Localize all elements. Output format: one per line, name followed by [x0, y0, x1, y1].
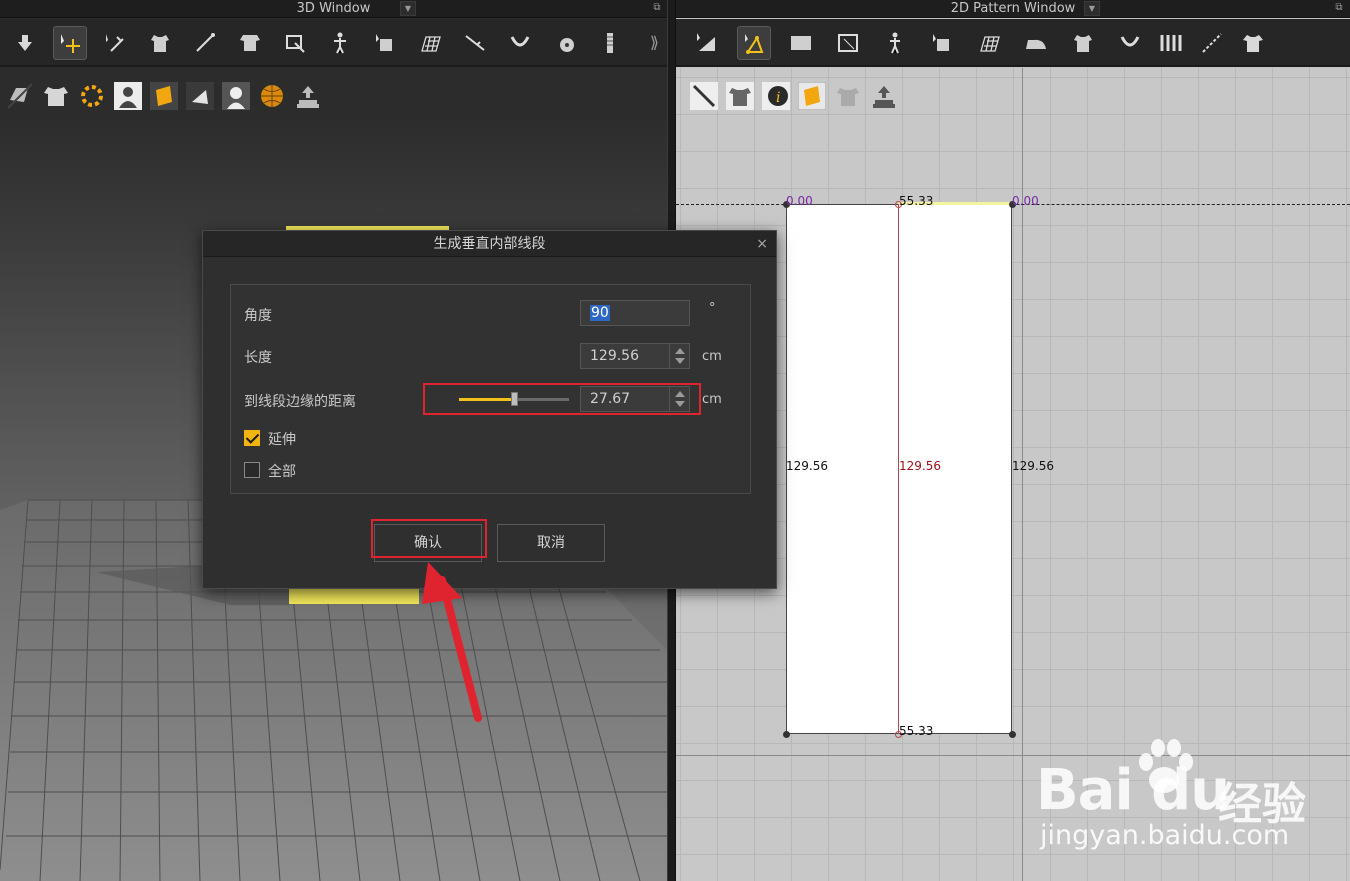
measure-top-right: 0.00	[1012, 194, 1039, 208]
svg-text:i: i	[776, 90, 780, 106]
transform-gizmo-icon[interactable]	[53, 26, 87, 60]
baidu-watermark: Bai du 经验 jingyan.baidu.com	[1030, 738, 1350, 881]
close-icon[interactable]: ×	[756, 231, 768, 257]
export-2d-icon[interactable]	[870, 82, 898, 110]
canvas-axis-vertical	[1022, 68, 1023, 881]
display-fabric-icon[interactable]	[6, 82, 34, 110]
edit-point-line-icon[interactable]	[737, 26, 771, 60]
all-checkbox[interactable]	[244, 462, 260, 478]
show-texture-icon[interactable]	[797, 81, 827, 111]
show-garment-icon[interactable]	[726, 82, 754, 110]
garment-icon[interactable]	[1066, 26, 1100, 60]
toolbar-more-icon[interactable]: ⟫	[650, 33, 659, 52]
3d-window-title: 3D Window	[296, 1, 371, 16]
pattern-point[interactable]	[1009, 731, 1016, 738]
shirt-icon[interactable]	[1236, 26, 1270, 60]
2d-window-title: 2D Pattern Window	[950, 1, 1076, 16]
strap-icon[interactable]	[503, 26, 537, 60]
show-avatar-disabled-icon[interactable]	[834, 82, 862, 110]
zipper-icon[interactable]	[593, 26, 627, 60]
dialog-title: 生成垂直内部线段	[433, 236, 546, 252]
tack-icon[interactable]	[143, 26, 177, 60]
polygon-icon[interactable]	[831, 26, 865, 60]
fabric-grid-icon[interactable]	[413, 26, 447, 60]
rectangle-icon[interactable]	[784, 26, 818, 60]
dialog-titlebar: 生成垂直内部线段 ×	[203, 231, 776, 257]
pin-icon[interactable]	[98, 26, 132, 60]
length-unit: cm	[702, 349, 722, 364]
info-icon[interactable]: i	[762, 82, 790, 110]
extend-label: 延伸	[268, 432, 296, 448]
watermark-brand: Bai du	[1036, 758, 1230, 823]
2d-display-toolbar: i	[676, 80, 1350, 112]
measure-left-length: 129.56	[786, 459, 828, 473]
display-avatar-icon[interactable]	[114, 82, 142, 110]
angle-input[interactable]: 90	[580, 300, 690, 326]
display-environment-icon[interactable]	[258, 82, 286, 110]
3d-window-titlebar: 3D Window ▼ ⧉	[0, 0, 667, 18]
avatar-icon[interactable]	[878, 26, 912, 60]
2d-window-menu-dropdown[interactable]: ▼	[1084, 1, 1100, 16]
select-move-icon[interactable]	[8, 26, 42, 60]
measure-mid-length: 129.56	[899, 459, 941, 473]
length-spinner[interactable]	[669, 343, 689, 369]
sewing-icon[interactable]	[188, 26, 222, 60]
distance-unit: cm	[702, 392, 722, 407]
arrangement-2d-icon[interactable]	[925, 26, 959, 60]
internal-line-icon[interactable]	[1195, 26, 1229, 60]
grid-icon[interactable]	[972, 26, 1006, 60]
cancel-button[interactable]: 取消	[497, 524, 605, 562]
display-shadow-icon[interactable]	[186, 82, 214, 110]
show-pattern-icon[interactable]	[690, 82, 718, 110]
avatar-figure-icon[interactable]	[323, 26, 357, 60]
annotation-arrow-icon	[422, 562, 482, 722]
3d-window-menu-dropdown[interactable]: ▼	[400, 1, 416, 16]
seam-icon[interactable]	[1113, 26, 1147, 60]
3d-display-toolbar	[0, 80, 667, 112]
3d-toolbar: ⟫	[0, 19, 667, 67]
extend-checkbox[interactable]	[244, 430, 260, 446]
display-avatar-white-icon[interactable]	[222, 82, 250, 110]
length-label: 长度	[244, 350, 272, 366]
angle-unit: °	[709, 301, 716, 316]
measure-top-left: 0.00	[786, 194, 813, 208]
distance-label: 到线段边缘的距离	[244, 394, 356, 410]
export-icon[interactable]	[294, 82, 322, 110]
measure-icon[interactable]	[458, 26, 492, 60]
measure-bottom-mid: 55.33	[899, 724, 934, 738]
measure-top-mid: 55.33	[899, 194, 934, 208]
3d-window-popout-icon[interactable]: ⧉	[650, 1, 664, 15]
all-label: 全部	[268, 464, 296, 480]
app-root: 3D Window ▼ ⧉ ⟫ 2D Pattern Window ▼ ⧉ i …	[0, 0, 1350, 881]
2d-toolbar	[676, 19, 1350, 67]
avatar-pose-icon[interactable]	[278, 26, 312, 60]
length-input[interactable]: 129.56	[580, 343, 690, 369]
fold-arrangement-icon[interactable]	[233, 26, 267, 60]
display-points-icon[interactable]	[78, 82, 106, 110]
iron-icon[interactable]	[1019, 26, 1053, 60]
arrangement-icon[interactable]	[368, 26, 402, 60]
watermark-url: jingyan.baidu.com	[1040, 820, 1290, 851]
2d-window-popout-icon[interactable]: ⧉	[1332, 1, 1346, 15]
pleats-icon[interactable]	[1154, 26, 1188, 60]
pattern-point[interactable]	[783, 731, 790, 738]
display-texture-icon[interactable]	[150, 82, 178, 110]
angle-label: 角度	[244, 308, 272, 324]
button-icon[interactable]	[548, 26, 582, 60]
measure-right-length: 129.56	[1012, 459, 1054, 473]
2d-window-titlebar: 2D Pattern Window ▼ ⧉	[676, 0, 1350, 18]
edit-pattern-icon[interactable]	[690, 26, 724, 60]
display-garment-icon[interactable]	[42, 82, 70, 110]
distance-highlight-box	[423, 383, 701, 415]
